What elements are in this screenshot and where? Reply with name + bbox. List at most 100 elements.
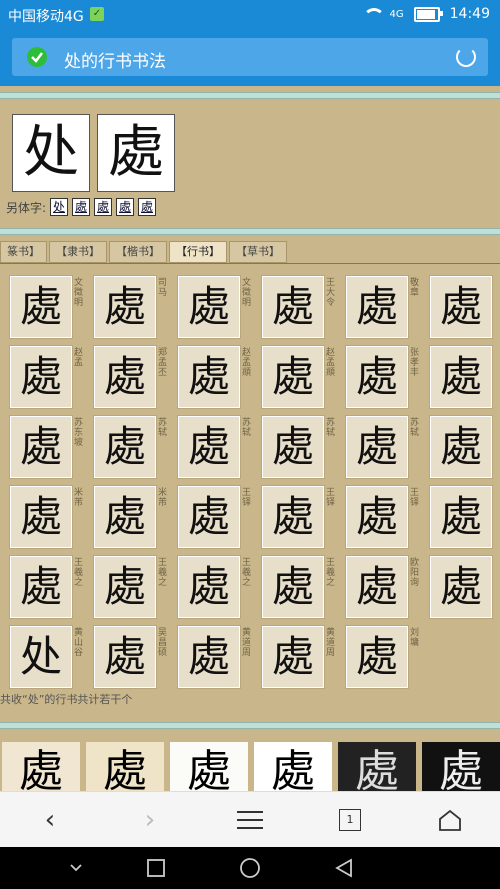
- calligraphy-sample[interactable]: 處: [346, 486, 408, 548]
- variant-link[interactable]: 處: [116, 198, 135, 216]
- recents-button[interactable]: [126, 847, 186, 889]
- calligraphy-sample[interactable]: 處: [94, 416, 156, 478]
- calligraphy-sample[interactable]: 处: [10, 626, 72, 688]
- calligrapher-name: 王羲之: [242, 558, 252, 588]
- tab-underline: [0, 263, 500, 264]
- calligraphy-sample[interactable]: 處: [346, 416, 408, 478]
- calligrapher-name: 苏东坡: [74, 418, 84, 448]
- calligraphy-sample[interactable]: 處: [178, 486, 240, 548]
- chevron-right-icon: ›: [144, 805, 156, 835]
- gallery-image[interactable]: 處: [170, 742, 248, 791]
- chevron-down-icon: [70, 864, 82, 872]
- hide-keyboard-button[interactable]: [46, 847, 106, 889]
- wifi-icon: [362, 7, 385, 21]
- tabs-button[interactable]: 1: [300, 792, 400, 848]
- tab-count: 1: [339, 809, 361, 831]
- variant-link[interactable]: 處: [138, 198, 157, 216]
- calligrapher-name: 王铎: [242, 488, 252, 508]
- notification-icon: ✓: [90, 7, 104, 21]
- calligraphy-sample[interactable]: 處: [262, 346, 324, 408]
- forward-button[interactable]: ›: [100, 792, 200, 848]
- battery-icon: [413, 6, 443, 22]
- calligraphy-sample[interactable]: 處: [10, 346, 72, 408]
- gallery-image[interactable]: 處: [338, 742, 416, 791]
- calligraphy-sample[interactable]: 處: [262, 486, 324, 548]
- variant-link[interactable]: 处: [50, 198, 69, 216]
- calligrapher-name: 赵孟: [74, 348, 84, 368]
- calligraphy-sample[interactable]: 處: [178, 626, 240, 688]
- calligraphy-sample[interactable]: 處: [94, 346, 156, 408]
- square-icon: [147, 859, 165, 877]
- gallery-image[interactable]: 處: [2, 742, 80, 791]
- tab-running[interactable]: 【行书】: [169, 241, 227, 263]
- clock: 14:49: [449, 6, 490, 22]
- divider: [0, 228, 500, 235]
- calligraphy-sample[interactable]: 處: [262, 276, 324, 338]
- calligraphy-sample[interactable]: 處: [430, 416, 492, 478]
- menu-button[interactable]: [200, 792, 300, 848]
- tab-cursive[interactable]: 【草书】: [229, 241, 287, 263]
- calligrapher-name: 米芾: [74, 488, 84, 508]
- gallery-image[interactable]: 處: [254, 742, 332, 791]
- calligraphy-sample[interactable]: 處: [178, 556, 240, 618]
- calligrapher-name: 文徵明: [242, 278, 252, 308]
- calligraphy-sample[interactable]: 處: [10, 416, 72, 478]
- shield-check-icon: [27, 47, 47, 67]
- calligraphy-sample[interactable]: 處: [10, 486, 72, 548]
- variant-link[interactable]: 處: [72, 198, 91, 216]
- web-content: 处 處 另体字: 处 處 處 處 處 篆书】 【隶书】 【楷书】 【行书】 【草…: [0, 86, 500, 791]
- triangle-back-icon: [335, 858, 352, 878]
- calligrapher-name: 黄山谷: [74, 628, 84, 658]
- chevron-left-icon: ‹: [44, 805, 56, 835]
- calligrapher-name: 王羲之: [158, 558, 168, 588]
- calligraphy-sample[interactable]: 處: [346, 276, 408, 338]
- variants-label: 另体字:: [6, 200, 47, 215]
- calligraphy-sample[interactable]: 處: [346, 626, 408, 688]
- divider: [0, 722, 500, 729]
- calligrapher-name: 郑孟丕: [158, 348, 168, 378]
- calligraphy-sample[interactable]: 處: [430, 346, 492, 408]
- calligraphy-sample[interactable]: 處: [178, 416, 240, 478]
- calligraphy-sample[interactable]: 處: [346, 556, 408, 618]
- calligrapher-name: 王羲之: [326, 558, 336, 588]
- back-button[interactable]: ‹: [0, 792, 100, 848]
- calligraphy-sample[interactable]: 處: [430, 556, 492, 618]
- calligrapher-name: 王羲之: [74, 558, 84, 588]
- calligraphy-sample[interactable]: 處: [178, 276, 240, 338]
- script-style-tabs: 篆书】 【隶书】 【楷书】 【行书】 【草书】: [0, 241, 500, 263]
- calligraphy-sample[interactable]: 處: [346, 346, 408, 408]
- browser-nav-bar: ‹ › 1: [0, 791, 500, 848]
- calligraphy-sample[interactable]: 處: [430, 486, 492, 548]
- address-bar[interactable]: 处的行书书法: [12, 38, 488, 76]
- home-system-button[interactable]: [220, 847, 280, 889]
- calligraphy-sample[interactable]: 處: [94, 626, 156, 688]
- browser-top-bar: 处的行书书法: [0, 30, 500, 86]
- calligraphy-sample[interactable]: 處: [430, 276, 492, 338]
- tab-regular[interactable]: 【楷书】: [109, 241, 167, 263]
- gallery-image[interactable]: 處: [86, 742, 164, 791]
- variant-link[interactable]: 處: [94, 198, 113, 216]
- home-icon: [439, 809, 461, 831]
- tab-clerical[interactable]: 【隶书】: [49, 241, 107, 263]
- calligraphy-sample[interactable]: 處: [94, 556, 156, 618]
- refresh-icon[interactable]: [456, 47, 476, 67]
- calligraphy-sample[interactable]: 處: [262, 626, 324, 688]
- calligrapher-name: 王铎: [326, 488, 336, 508]
- calligrapher-name: 刘墉: [410, 628, 420, 648]
- calligrapher-name: 赵孟頫: [326, 348, 336, 378]
- calligraphy-sample[interactable]: 處: [10, 556, 72, 618]
- home-button[interactable]: [400, 792, 500, 848]
- calligraphy-sample[interactable]: 處: [178, 346, 240, 408]
- results-caption: 共收“处”的行书共计若干个: [0, 693, 133, 706]
- calligrapher-name: 文徵明: [74, 278, 84, 308]
- calligrapher-name: 苏轼: [326, 418, 336, 438]
- character-traditional: 處: [97, 114, 175, 192]
- calligraphy-sample[interactable]: 處: [262, 556, 324, 618]
- system-back-button[interactable]: [314, 847, 374, 889]
- calligraphy-sample[interactable]: 處: [94, 486, 156, 548]
- calligraphy-sample[interactable]: 處: [94, 276, 156, 338]
- tab-seal[interactable]: 篆书】: [0, 241, 47, 263]
- calligraphy-sample[interactable]: 處: [10, 276, 72, 338]
- calligraphy-sample[interactable]: 處: [262, 416, 324, 478]
- gallery-image[interactable]: 處: [422, 742, 500, 791]
